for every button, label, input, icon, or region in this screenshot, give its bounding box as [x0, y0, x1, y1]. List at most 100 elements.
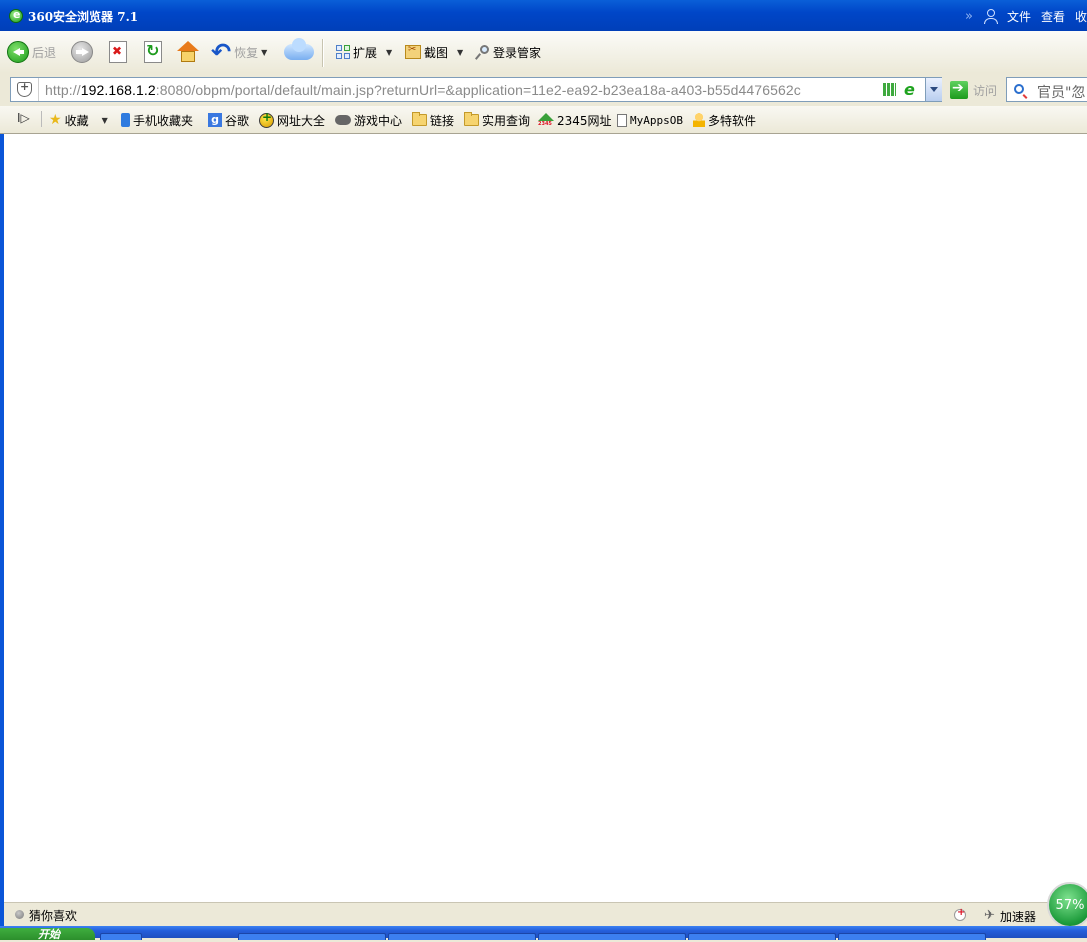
key-icon — [476, 45, 490, 59]
main-toolbar: 后退 ↶ 恢复 ▼ 扩展 ▼ 截图 ▼ 登录管家 — [0, 31, 1087, 73]
undo-icon: ↶ — [211, 38, 232, 66]
favorites-divider — [41, 111, 42, 127]
login-manager-button[interactable]: 登录管家 — [476, 39, 541, 65]
globe-icon — [259, 110, 274, 128]
taskbar-item[interactable] — [238, 933, 386, 940]
taskbar-item[interactable] — [388, 933, 536, 940]
page-icon — [617, 113, 627, 127]
extensions-button[interactable]: 扩展 ▼ — [336, 39, 392, 65]
login-manager-label: 登录管家 — [493, 45, 542, 60]
fav-item-utilities[interactable]: 实用查询 — [464, 111, 530, 129]
fav-item-game-center[interactable]: 游戏中心 — [335, 111, 402, 129]
address-bar: http://192.168.1.2:8080/obpm/portal/defa… — [0, 73, 1087, 106]
title-bar: 360安全浏览器 7.1 » 文件 查看 收 — [0, 0, 1087, 31]
screenshot-dropdown-icon[interactable]: ▼ — [457, 48, 463, 57]
window-title: 360安全浏览器 7.1 — [28, 10, 139, 24]
extensions-label: 扩展 — [353, 45, 378, 60]
fav-label: 手机收藏夹 — [133, 113, 194, 128]
restore-label: 恢复 — [234, 45, 259, 60]
url-text[interactable]: http://192.168.1.2:8080/obpm/portal/defa… — [45, 82, 801, 98]
fav-label: 收藏 — [64, 113, 89, 128]
screenshot-button[interactable]: 截图 ▼ — [405, 39, 463, 65]
fav-label: 多特软件 — [708, 113, 757, 128]
go-label: 访问 — [973, 83, 998, 98]
taskbar-item[interactable] — [100, 933, 142, 940]
sidebar-toggle-icon[interactable]: I▷ — [17, 111, 30, 125]
refresh-button[interactable] — [144, 39, 162, 65]
fav-label: 谷歌 — [225, 113, 250, 128]
fav-label: 实用查询 — [482, 113, 531, 128]
status-bar: 猜你喜欢 ✈ 加速器 — [4, 902, 1087, 927]
menu-favorites[interactable]: 收 — [1075, 8, 1087, 25]
toolbar-divider — [322, 39, 324, 67]
fav-item-links[interactable]: 链接 — [412, 111, 454, 129]
url-host: 192.168.1.2 — [80, 82, 156, 98]
restore-button[interactable]: ↶ 恢复 ▼ — [211, 39, 267, 65]
security-shield-icon[interactable] — [17, 80, 32, 97]
person-icon — [693, 113, 705, 127]
go-arrow-icon — [950, 80, 968, 99]
start-button[interactable]: 开始 — [0, 928, 95, 941]
favorites-bar: I▷ ★ 收藏 ▼ 手机收藏夹 g 谷歌 网址大全 游戏中心 链接 实用查询 2… — [0, 106, 1087, 134]
star-icon: ★ — [49, 112, 62, 128]
forward-button[interactable] — [71, 39, 93, 65]
url-input[interactable]: http://192.168.1.2:8080/obpm/portal/defa… — [10, 77, 942, 102]
search-icon[interactable] — [1014, 84, 1024, 94]
search-input[interactable]: 官员"忽 — [1006, 77, 1087, 102]
qr-code-icon[interactable] — [883, 83, 896, 96]
home-button[interactable] — [176, 39, 200, 65]
fav-item-duote[interactable]: 多特软件 — [693, 111, 756, 129]
fav-item-google[interactable]: g 谷歌 — [208, 111, 249, 129]
accelerator-label[interactable]: 加速器 — [1000, 908, 1036, 925]
folder-icon — [412, 112, 427, 126]
fav-label: 游戏中心 — [354, 113, 403, 128]
collect-dropdown-icon[interactable]: ▼ — [102, 116, 108, 125]
taskbar: 开始 — [0, 926, 1087, 941]
search-text: 官员"忽 — [1037, 85, 1086, 101]
menu-file[interactable]: 文件 — [1007, 8, 1031, 25]
chevron-right-icon[interactable]: » — [965, 9, 973, 24]
fav-item-2345[interactable]: 2345网址 — [538, 111, 612, 129]
stop-button[interactable] — [109, 39, 127, 65]
title-menu: » 文件 查看 收 — [965, 7, 1087, 25]
cloud-icon — [284, 38, 314, 60]
2345-icon — [538, 113, 554, 127]
cloud-button[interactable] — [284, 38, 314, 65]
guess-you-like-link[interactable]: 猜你喜欢 — [29, 907, 77, 924]
screenshot-label: 截图 — [424, 45, 449, 60]
page-content[interactable] — [4, 134, 1087, 902]
status-tool-icon[interactable] — [954, 907, 966, 921]
fav-label: 链接 — [430, 113, 455, 128]
fav-item-myappsob[interactable]: MyAppsOB — [617, 111, 683, 129]
extensions-dropdown-icon[interactable]: ▼ — [386, 48, 392, 57]
refresh-icon — [144, 41, 162, 63]
fav-label: 网址大全 — [277, 113, 326, 128]
fav-item-mobile[interactable]: 手机收藏夹 — [121, 111, 193, 129]
gamepad-icon — [335, 115, 351, 125]
ie-mode-icon[interactable]: e — [904, 80, 915, 99]
fav-label: MyAppsOB — [630, 113, 683, 127]
back-arrow-icon — [7, 41, 29, 63]
accelerator-icon[interactable]: ✈ — [984, 908, 995, 923]
home-icon — [176, 41, 200, 63]
fav-label: 2345网址 — [557, 113, 612, 128]
go-button[interactable]: 访问 — [950, 80, 997, 100]
taskbar-item[interactable] — [838, 933, 986, 940]
user-icon[interactable] — [983, 9, 998, 24]
url-path: :8080/obpm/portal/default/main.jsp?retur… — [155, 82, 801, 98]
browser-logo-icon — [9, 8, 23, 23]
phone-icon — [121, 113, 130, 127]
restore-dropdown-icon[interactable]: ▼ — [261, 48, 267, 57]
back-button[interactable]: 后退 — [7, 39, 56, 65]
stop-icon — [109, 41, 127, 63]
taskbar-item[interactable] — [688, 933, 836, 940]
menu-view[interactable]: 查看 — [1041, 8, 1065, 25]
url-history-dropdown[interactable] — [925, 78, 942, 101]
fav-item-site-directory[interactable]: 网址大全 — [259, 110, 326, 129]
speed-percent-badge[interactable]: 57% — [1047, 882, 1087, 928]
taskbar-item[interactable] — [538, 933, 686, 940]
extensions-grid-icon — [336, 45, 350, 59]
scissors-icon — [405, 44, 421, 59]
fav-item-collect[interactable]: ★ 收藏 ▼ — [49, 111, 108, 129]
forward-arrow-icon — [71, 41, 93, 63]
